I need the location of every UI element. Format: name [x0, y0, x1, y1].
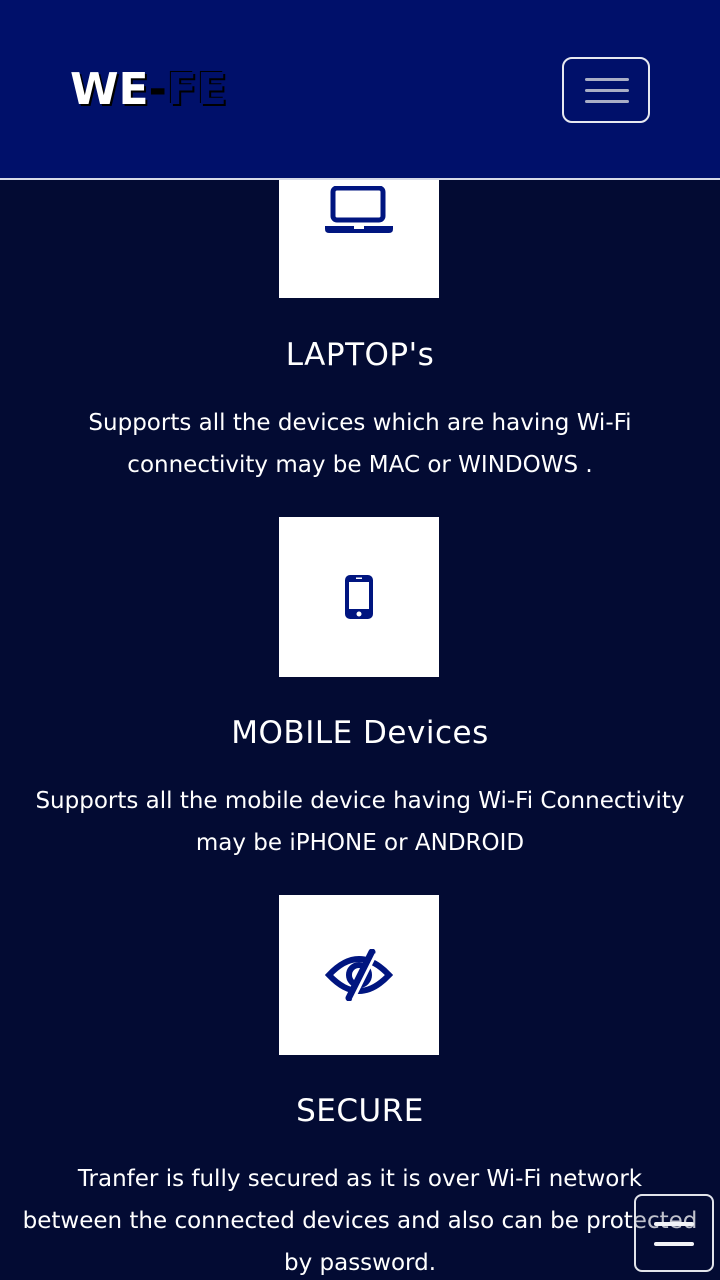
mobile-description: Supports all the mobile device having Wi…	[0, 780, 720, 864]
mobile-description-line: Supports all the mobile device having Wi…	[35, 788, 685, 814]
laptop-description: Supports all the devices which are havin…	[0, 402, 720, 486]
secure-card	[279, 895, 439, 1055]
mobile-description-line: may be iPHONE or ANDROID	[195, 830, 525, 856]
brand-we: WE	[70, 64, 149, 115]
floating-menu-button[interactable]	[634, 1194, 714, 1272]
secure-title: SECURE	[296, 1093, 424, 1129]
laptop-title: LAPTOP's	[285, 337, 435, 373]
secure-description-line: Tranfer is fully secured as it is over W…	[77, 1166, 643, 1192]
mobile-title: MOBILE Devices	[231, 715, 489, 751]
mobile-phone-icon	[345, 575, 373, 619]
brand-dash: -	[148, 64, 167, 115]
menu-toggle-button[interactable]	[562, 57, 650, 123]
eye-slash-icon	[325, 949, 393, 1001]
secure-description-line: by password.	[283, 1250, 437, 1276]
mobile-card	[279, 517, 439, 677]
brand-logo[interactable]: WE-FE	[70, 64, 227, 115]
brand-fe: FE	[166, 64, 227, 115]
secure-description: Tranfer is fully secured as it is over W…	[0, 1158, 720, 1280]
laptop-description-line: connectivity may be MAC or WINDOWS .	[127, 452, 593, 478]
page: LAPTOP's Supports all the devices which …	[0, 0, 720, 1280]
laptop-description-line: Supports all the devices which are havin…	[88, 410, 632, 436]
laptop-icon	[325, 186, 393, 233]
secure-description-line: between the connected devices and also c…	[22, 1208, 698, 1234]
navbar: WE-FE	[0, 0, 720, 180]
